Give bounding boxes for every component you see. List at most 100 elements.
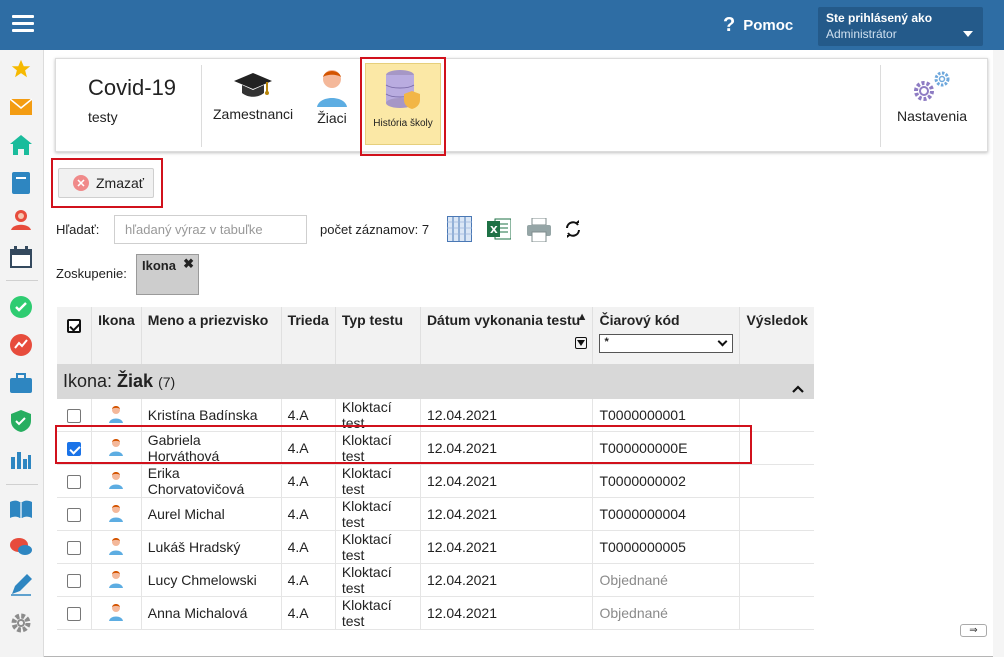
cell-date: 12.04.2021 [420, 497, 594, 531]
notebook-icon[interactable] [10, 172, 32, 194]
cell-test: Kloktací test [335, 596, 421, 630]
record-count: počet záznamov: 7 [320, 222, 430, 237]
cell-result [739, 530, 814, 564]
row-checkbox[interactable] [67, 409, 82, 424]
students-label: Žiaci [317, 110, 347, 126]
col-header-test[interactable]: Typ testu [335, 307, 421, 364]
excel-export-icon[interactable]: X [487, 217, 512, 244]
home-icon[interactable] [10, 134, 32, 156]
row-checkbox[interactable] [67, 574, 82, 589]
gear-icon[interactable] [10, 612, 32, 634]
cell-name: Erika Chorvatovičová [141, 464, 282, 498]
employees-label: Zamestnanci [213, 106, 294, 122]
table-row[interactable]: Aurel Michal 4.A Kloktací test 12.04.2021 T0… [57, 497, 814, 531]
grouping-chip[interactable]: Ikona ✖ [136, 254, 199, 295]
row-checkbox[interactable] [67, 541, 82, 556]
refresh-icon[interactable] [565, 220, 581, 241]
module-title: Covid-19 [88, 75, 177, 100]
chip-close-icon[interactable]: ✖ [183, 256, 194, 272]
group-row[interactable]: Ikona: Žiak (7) [57, 364, 814, 399]
col-header-date[interactable]: Dátum vykonania testu ▲ [420, 307, 594, 364]
highlight-box-row [55, 425, 752, 464]
select-all-checkbox[interactable] [67, 319, 82, 334]
cell-barcode: T0000000004 [592, 497, 741, 531]
row-checkbox[interactable] [67, 508, 82, 523]
row-select-cell[interactable] [57, 596, 93, 630]
shield-check-icon[interactable] [10, 410, 32, 432]
table-row[interactable]: Lukáš Hradský 4.A Kloktací test 12.04.2021 T… [57, 530, 814, 564]
cell-class: 4.A [281, 464, 336, 498]
barcode-filter-value: * [604, 336, 609, 348]
col-header-barcode[interactable]: Čiarový kód * [592, 307, 741, 364]
cell-barcode: Objednané [592, 563, 741, 597]
sidebar-divider [6, 280, 38, 281]
row-select-cell[interactable] [57, 464, 93, 498]
book-icon[interactable] [10, 498, 32, 520]
cell-date: 12.04.2021 [420, 464, 594, 498]
filter-dropdown-icon[interactable] [575, 337, 588, 349]
cell-class: 4.A [281, 530, 336, 564]
vertical-scrollbar[interactable] [993, 50, 1004, 657]
gears-icon [914, 71, 950, 101]
student-icon [108, 537, 124, 558]
help-link[interactable]: ? Pomoc [723, 14, 793, 37]
row-icon-cell [91, 596, 142, 630]
settings-button[interactable]: Nastavenia [892, 63, 972, 124]
student-icon [108, 405, 124, 426]
chevron-down-icon [718, 336, 728, 347]
mail-icon[interactable] [10, 96, 32, 118]
calendar-icon[interactable] [10, 246, 32, 268]
star-icon[interactable] [10, 58, 32, 80]
cell-result [739, 563, 814, 597]
help-label: Pomoc [743, 17, 794, 34]
gauge-icon[interactable] [10, 334, 32, 356]
search-label: Hľadať: [56, 222, 100, 237]
col-header-icon[interactable]: Ikona [91, 307, 142, 364]
hamburger-menu-icon[interactable] [12, 15, 34, 33]
user-dropdown[interactable]: Ste prihlásený ako Administrátor [818, 7, 983, 46]
table-row[interactable]: Anna Michalová 4.A Kloktací test 12.04.2021… [57, 596, 814, 630]
sort-asc-icon[interactable]: ▲ [577, 311, 588, 323]
pen-icon[interactable] [10, 574, 32, 596]
print-icon[interactable] [527, 217, 551, 245]
briefcase-icon[interactable] [10, 372, 32, 394]
cell-test: Kloktací test [335, 530, 421, 564]
employees-button[interactable]: Zamestnanci [213, 63, 293, 122]
cell-class: 4.A [281, 596, 336, 630]
module-ribbon: Covid-19 testy Zamestnanci Žiaci Históri… [55, 58, 988, 152]
select-all-header[interactable] [57, 307, 93, 364]
row-checkbox[interactable] [67, 607, 82, 622]
col-header-class[interactable]: Trieda [281, 307, 336, 364]
row-checkbox[interactable] [67, 475, 82, 490]
group-prefix: Ikona: [63, 371, 118, 391]
user-circle-icon[interactable] [10, 208, 32, 230]
cell-name: Lukáš Hradský [141, 530, 282, 564]
group-count: (7) [158, 374, 176, 390]
cell-date: 12.04.2021 [420, 563, 594, 597]
table-row[interactable]: Erika Chorvatovičová 4.A Kloktací test 12.0… [57, 464, 814, 498]
collapse-group-icon[interactable] [792, 377, 804, 398]
cell-class: 4.A [281, 497, 336, 531]
students-button[interactable]: Žiaci [304, 63, 360, 126]
bar-chart-icon[interactable] [10, 448, 32, 470]
row-select-cell[interactable] [57, 563, 93, 597]
check-circle-icon[interactable] [10, 296, 32, 318]
cell-barcode: T0000000002 [592, 464, 741, 498]
highlight-box-delete [51, 158, 163, 208]
barcode-filter-select[interactable]: * [599, 334, 734, 353]
sidebar-divider [6, 484, 38, 485]
row-select-cell[interactable] [57, 497, 93, 531]
scroll-right-button[interactable]: ⇒ [960, 624, 987, 637]
cell-test: Kloktací test [335, 563, 421, 597]
ribbon-divider [880, 65, 881, 147]
group-name: Žiak [117, 371, 154, 391]
chat-icon[interactable] [10, 536, 32, 558]
col-header-result[interactable]: Výsledok [739, 307, 814, 364]
table-row[interactable]: Lucy Chmelowski 4.A Kloktací test 12.04.202… [57, 563, 814, 597]
columns-icon[interactable] [447, 216, 472, 245]
grouping-label: Zoskupenie: [56, 266, 127, 281]
search-input[interactable] [114, 215, 307, 244]
graduation-cap-icon [234, 73, 272, 97]
row-select-cell[interactable] [57, 530, 93, 564]
col-header-name[interactable]: Meno a priezvisko [141, 307, 282, 364]
